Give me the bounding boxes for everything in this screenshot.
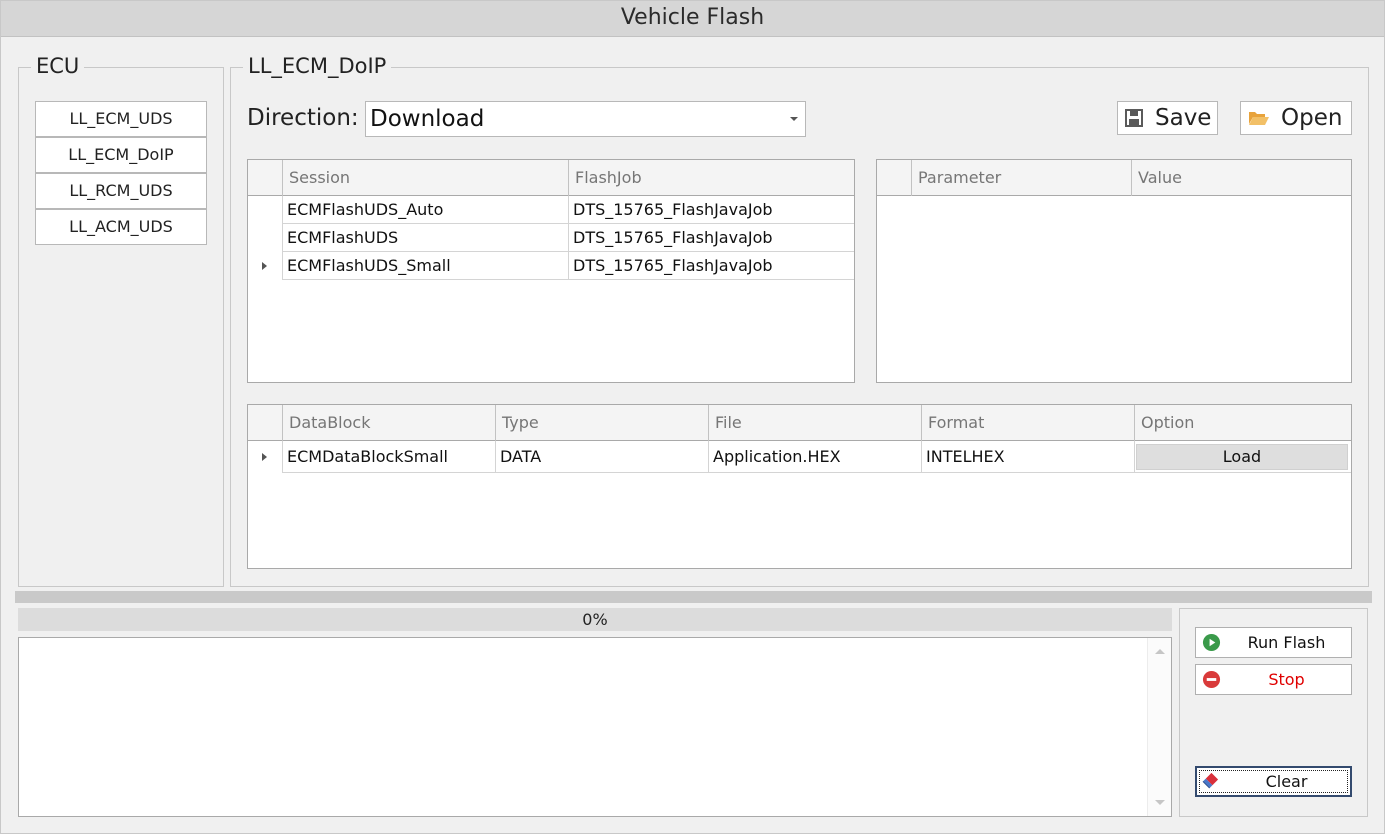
column-header-value[interactable]: Value: [1131, 160, 1351, 196]
ecu-item-ll-rcm-uds[interactable]: LL_RCM_UDS: [35, 173, 207, 209]
floppy-disk-icon: [1125, 109, 1143, 127]
load-button[interactable]: Load: [1136, 444, 1348, 470]
session-cell[interactable]: ECMFlashUDS: [282, 224, 568, 252]
ecu-item-ll-acm-uds[interactable]: LL_ACM_UDS: [35, 209, 207, 245]
parameter-grid: Parameter Value: [876, 159, 1352, 383]
column-header-file[interactable]: File: [708, 405, 921, 441]
flashjob-cell[interactable]: DTS_15765_FlashJavaJob: [568, 196, 854, 224]
column-header-option[interactable]: Option: [1134, 405, 1351, 441]
column-header-type[interactable]: Type: [495, 405, 708, 441]
table-row[interactable]: ECMFlashUDS DTS_15765_FlashJavaJob: [248, 224, 854, 252]
save-button[interactable]: Save: [1117, 101, 1218, 135]
clear-button[interactable]: Clear: [1195, 766, 1352, 797]
datablock-cell[interactable]: ECMDataBlockSmall: [282, 441, 495, 473]
parameter-grid-header: Parameter Value: [877, 160, 1351, 196]
vehicle-flash-window: Vehicle Flash ECU LL_ECM_UDS LL_ECM_DoIP…: [0, 0, 1385, 834]
stop-label: Stop: [1268, 670, 1305, 689]
progress-bar: 0%: [18, 608, 1172, 631]
direction-select-value: Download: [370, 106, 485, 132]
clear-label: Clear: [1265, 772, 1308, 791]
ecu-item-ll-ecm-uds[interactable]: LL_ECM_UDS: [35, 101, 207, 137]
run-flash-label: Run Flash: [1247, 633, 1326, 652]
session-grid-header: Session FlashJob: [248, 160, 854, 196]
flashjob-cell[interactable]: DTS_15765_FlashJavaJob: [568, 252, 854, 280]
row-indicator: [248, 224, 282, 252]
folder-open-icon: [1249, 112, 1269, 125]
type-cell[interactable]: DATA: [495, 441, 708, 473]
column-header-format[interactable]: Format: [921, 405, 1134, 441]
table-row[interactable]: ECMFlashUDS_Small DTS_15765_FlashJavaJob: [248, 252, 854, 280]
row-indicator: [248, 252, 282, 280]
table-row[interactable]: ECMDataBlockSmall DATA Application.HEX I…: [248, 441, 1351, 473]
direction-select[interactable]: Download: [365, 101, 806, 137]
session-cell[interactable]: ECMFlashUDS_Auto: [282, 196, 568, 224]
file-cell[interactable]: Application.HEX: [708, 441, 921, 473]
format-cell[interactable]: INTELHEX: [921, 441, 1134, 473]
datablock-grid: DataBlock Type File Format Option ECMDat…: [247, 404, 1352, 569]
scroll-up-icon[interactable]: [1155, 649, 1165, 654]
log-output[interactable]: [18, 637, 1172, 817]
row-indicator: [248, 196, 282, 224]
column-header-parameter[interactable]: Parameter: [911, 160, 1131, 196]
datablock-grid-header: DataBlock Type File Format Option: [248, 405, 1351, 441]
ecu-group-legend: ECU: [31, 54, 85, 78]
current-row-icon: [262, 262, 267, 270]
column-header-datablock[interactable]: DataBlock: [282, 405, 495, 441]
save-label: Save: [1155, 105, 1212, 131]
column-header-flashjob[interactable]: FlashJob: [568, 160, 854, 196]
session-cell[interactable]: ECMFlashUDS_Small: [282, 252, 568, 280]
ecu-item-ll-ecm-doip[interactable]: LL_ECM_DoIP: [35, 137, 207, 173]
flashjob-cell[interactable]: DTS_15765_FlashJavaJob: [568, 224, 854, 252]
column-header-session[interactable]: Session: [282, 160, 568, 196]
chevron-down-icon: [790, 117, 798, 121]
progress-text: 0%: [582, 610, 608, 629]
row-indicator: [248, 441, 282, 473]
log-scrollbar[interactable]: [1147, 638, 1171, 816]
main-group-legend: LL_ECM_DoIP: [243, 54, 392, 78]
direction-label: Direction:: [247, 105, 359, 131]
table-row[interactable]: ECMFlashUDS_Auto DTS_15765_FlashJavaJob: [248, 196, 854, 224]
run-flash-button[interactable]: Run Flash: [1195, 627, 1352, 658]
open-button[interactable]: Open: [1240, 101, 1352, 135]
session-grid: Session FlashJob ECMFlashUDS_Auto DTS_15…: [247, 159, 855, 383]
open-label: Open: [1281, 105, 1343, 131]
window-title: Vehicle Flash: [1, 1, 1384, 37]
scroll-down-icon[interactable]: [1155, 800, 1165, 805]
stop-button[interactable]: Stop: [1195, 664, 1352, 695]
splitter-bar[interactable]: [15, 591, 1372, 603]
current-row-icon: [262, 453, 267, 461]
